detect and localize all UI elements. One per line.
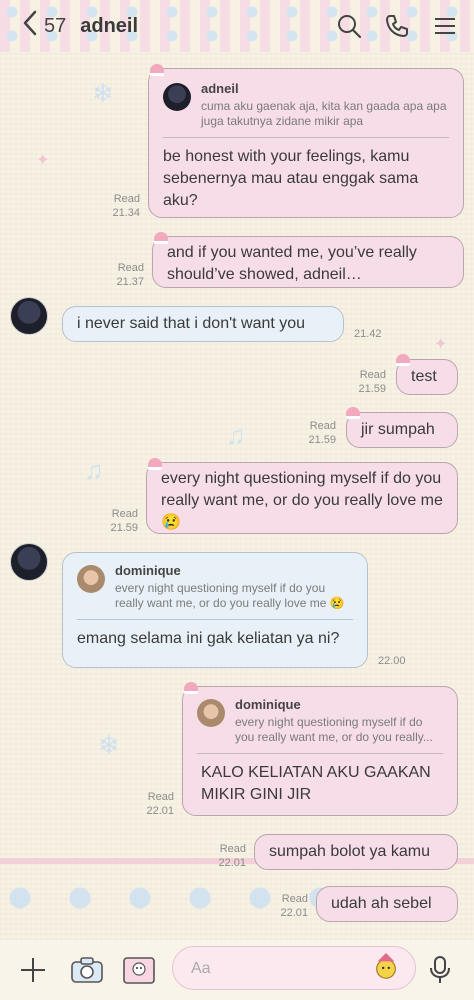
reply-preview[interactable]: dominique every night questioning myself… [197,697,443,754]
message-meta: Read 22.01 [280,893,308,919]
santa-hat-decoration [148,458,162,470]
message-meta: Read 21.59 [308,420,336,446]
camera-icon[interactable] [70,955,104,985]
message-text: i never said that i don't want you [77,315,306,332]
message-text: every night questioning myself if do you… [161,470,443,531]
message-time: 21.42 [354,328,382,340]
reply-text: every night questioning myself if do you… [235,715,433,744]
santa-hat-decoration [396,354,410,366]
santa-hat-decoration [346,407,360,419]
reply-preview[interactable]: adneil cuma aku gaenak aja, kita kan gaa… [163,81,449,138]
message-bubble-outgoing[interactable]: sumpah bolot ya kamu [254,834,458,870]
message-meta: Read 22.01 [218,843,246,869]
message-meta: Read 21.37 [116,262,144,288]
message-text: udah ah sebel [331,895,432,912]
santa-hat-decoration [150,64,164,76]
message-text: KALO KELIATAN AKU GAAKAN MIKIR GINI JIR [201,764,431,803]
message-bubble-outgoing[interactable]: udah ah sebel [316,886,458,922]
message-meta: Read 21.59 [110,508,138,534]
message-bubble-incoming[interactable]: i never said that i don't want you [62,306,344,342]
image-icon[interactable] [122,955,156,985]
avatar [77,565,105,593]
phone-icon[interactable] [384,13,410,39]
message-bubble-outgoing[interactable]: every night questioning myself if do you… [146,462,458,534]
message-bubble-outgoing[interactable]: and if you wanted me, you’ve really shou… [152,236,464,288]
search-icon[interactable] [336,13,362,39]
message-bubble-outgoing[interactable]: jir sumpah [346,412,458,448]
message-text: emang selama ini gak keliatan ya ni? [77,630,340,647]
unread-count: 57 [44,14,67,37]
message-bubble-incoming[interactable]: dominique every night questioning myself… [62,552,368,668]
reply-author: adneil [201,81,239,96]
back-button[interactable]: 57 [22,10,66,42]
chat-header: 57 adneil [0,0,474,52]
message-time: 22.00 [378,655,406,667]
reply-author: dominique [115,563,181,578]
message-meta: Read 21.34 [112,193,140,219]
reply-text: every night questioning myself if do you… [115,581,345,610]
avatar [197,699,225,727]
message-text: test [411,368,437,385]
reply-text: cuma aku gaenak aja, kita kan gaada apa … [201,99,447,128]
message-text: be honest with your feelings, kamu seben… [163,148,419,209]
message-text: sumpah bolot ya kamu [269,843,430,860]
chat-title: adneil [80,14,139,37]
sticker-icon[interactable] [372,952,400,987]
avatar [163,83,191,111]
santa-hat-decoration [154,232,168,244]
avatar[interactable] [10,297,48,335]
santa-hat-decoration [184,682,198,694]
message-meta: Read 22.01 [146,791,174,817]
message-meta: Read 21.59 [358,369,386,395]
plus-icon[interactable] [18,955,48,985]
message-bubble-outgoing[interactable]: adneil cuma aku gaenak aja, kita kan gaa… [148,68,464,218]
microphone-icon[interactable] [428,955,452,985]
menu-icon[interactable] [432,13,458,39]
back-chevron-icon [22,10,38,42]
avatar[interactable] [10,543,48,581]
message-text: jir sumpah [361,421,435,438]
message-bubble-outgoing[interactable]: dominique every night questioning myself… [182,686,458,816]
reply-author: dominique [235,697,301,712]
reply-preview[interactable]: dominique every night questioning myself… [77,563,353,620]
message-text: and if you wanted me, you’ve really shou… [167,244,417,283]
